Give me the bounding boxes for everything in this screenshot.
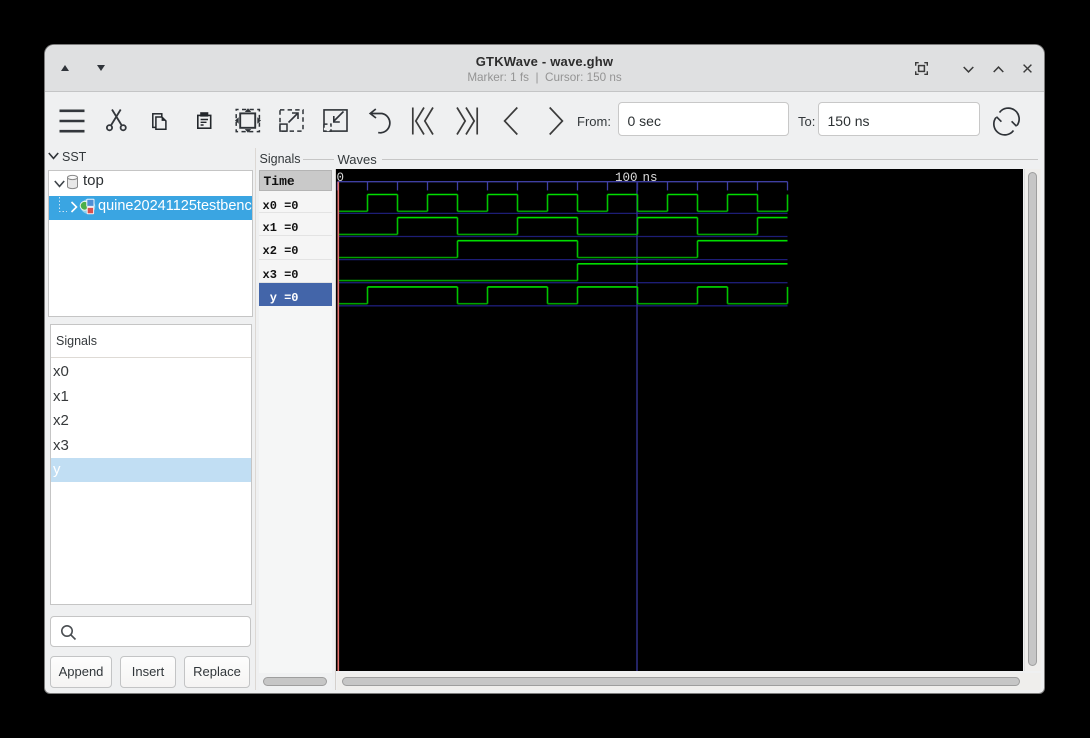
svg-text:100: 100 [615,171,638,185]
svg-text:ns: ns [643,171,658,185]
